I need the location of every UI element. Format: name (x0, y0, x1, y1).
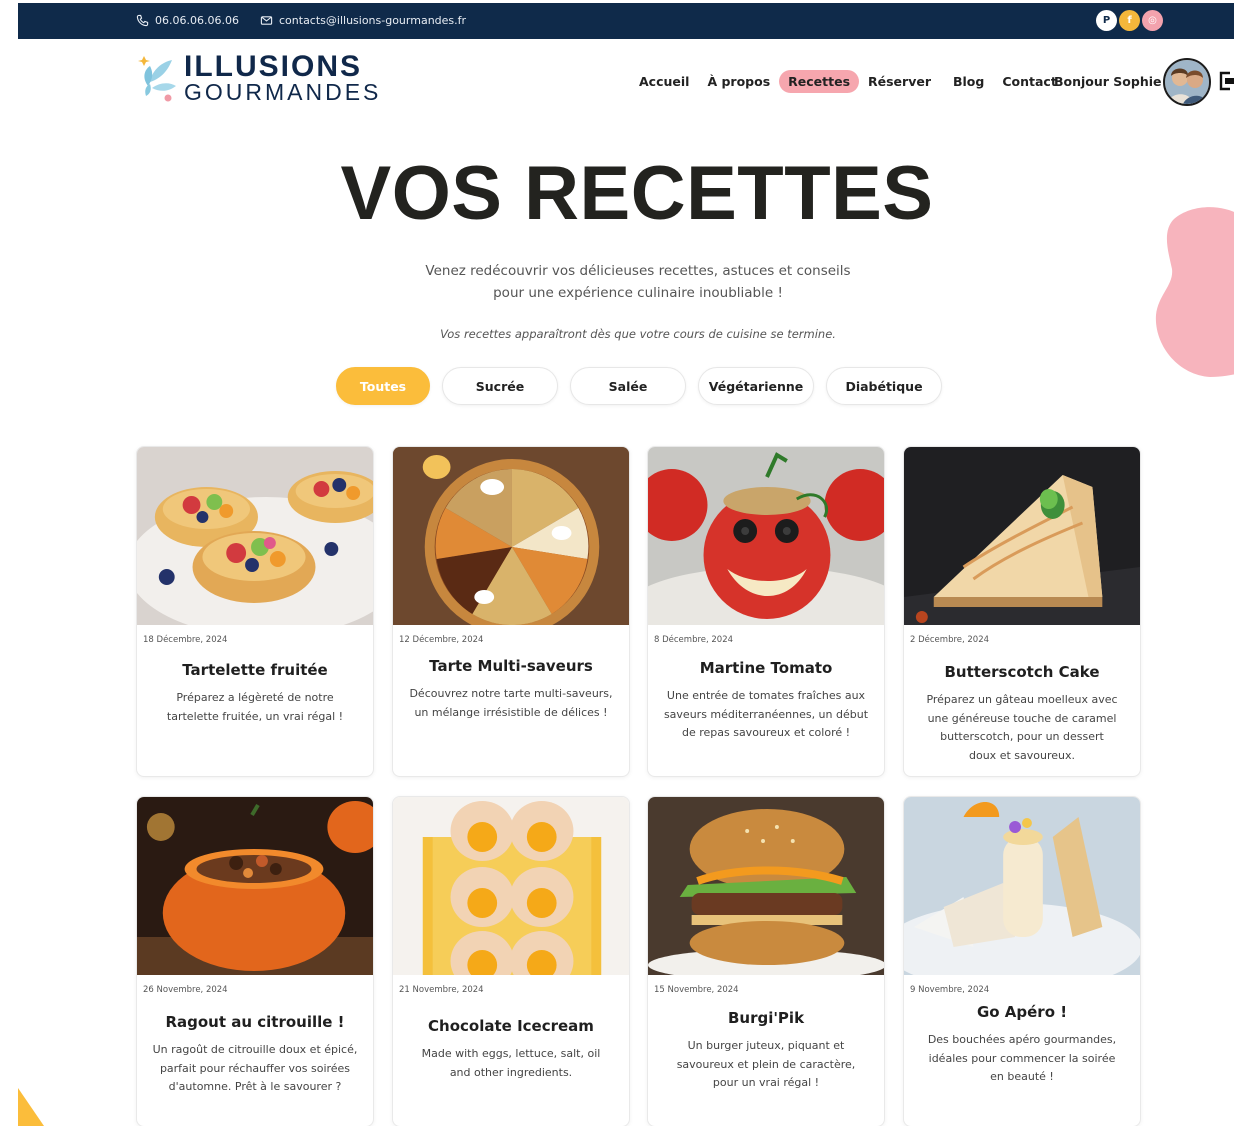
user-photo (1165, 60, 1209, 104)
recipe-date: 21 Novembre, 2024 (399, 985, 484, 995)
recipe-card[interactable]: 21 Novembre, 2024 Chocolate Icecream Mad… (392, 796, 630, 1126)
user-greeting: Bonjour Sophie ! (1054, 74, 1172, 89)
recipe-description: Un ragoût de citrouille doux et épicé, p… (152, 1043, 358, 1093)
recipe-description: Préparez a légèreté de notre tartelette … (166, 691, 344, 723)
phone-icon (136, 14, 149, 27)
top-bar: 06.06.06.06.06 contacts@illusions-gourma… (18, 3, 1234, 39)
logout-icon[interactable] (1218, 70, 1234, 92)
brand-name-line1: ILLUSIONS (184, 50, 363, 83)
recipe-description: Un burger juteux, piquant et savoureux e… (676, 1039, 856, 1089)
page-subtitle: Venez redécouvrir vos délicieuses recett… (425, 263, 851, 301)
nav-item-accueil[interactable]: Accueil (630, 70, 698, 93)
page-note: Vos recettes apparaîtront dès que votre … (440, 327, 836, 341)
recipe-card[interactable]: 8 Décembre, 2024 Martine Tomato Une entr… (647, 446, 885, 777)
recipe-image (393, 797, 629, 975)
filter-sucree[interactable]: Sucrée (442, 367, 558, 405)
filter-vegetarienne[interactable]: Végétarienne (698, 367, 814, 405)
recipe-date: 18 Décembre, 2024 (143, 635, 228, 645)
filter-bar: Toutes Sucrée Salée Végétarienne Diabéti… (336, 367, 942, 405)
recipe-image (904, 447, 1140, 625)
recipe-image (137, 797, 373, 975)
recipe-image (393, 447, 629, 625)
filter-diabetique[interactable]: Diabétique (826, 367, 942, 405)
facebook-icon[interactable]: f (1119, 10, 1140, 31)
recipe-description: Découvrez notre tarte multi-saveurs, un … (409, 687, 613, 719)
nav-item-reserver[interactable]: Réserver (859, 70, 940, 93)
brand-logo[interactable]: ILLUSIONS GOURMANDES (138, 52, 378, 104)
phone-number: 06.06.06.06.06 (155, 14, 239, 27)
nav-item-a-propos[interactable]: À propos (698, 70, 779, 93)
filter-salee[interactable]: Salée (570, 367, 686, 405)
recipe-title: Ragout au citrouille ! (165, 1013, 345, 1031)
filter-toutes[interactable]: Toutes (336, 367, 430, 405)
recipe-title: Martine Tomato (699, 659, 833, 677)
recipe-date: 9 Novembre, 2024 (910, 985, 990, 995)
brand-name-line2: GOURMANDES (184, 79, 382, 105)
recipe-title: Tartelette fruitée (182, 661, 328, 679)
email-address: contacts@illusions-gourmandes.fr (279, 14, 467, 27)
recipe-card[interactable]: 9 Novembre, 2024 Go Apéro ! Des bouchées… (903, 796, 1141, 1126)
social-links: P f ◎ (1096, 10, 1163, 31)
mail-icon (260, 16, 273, 25)
main-nav: Accueil À propos Recettes Réserver Blog … (630, 70, 1066, 93)
recipe-title: Go Apéro ! (976, 1003, 1068, 1021)
recipe-description: Made with eggs, lettuce, salt, oil and o… (421, 1047, 601, 1079)
leaf-logo-icon (138, 56, 176, 102)
recipe-card[interactable]: 12 Décembre, 2024 Tarte Multi-saveurs Dé… (392, 446, 630, 777)
recipe-description: Des bouchées apéro gourmandes, idéales p… (927, 1033, 1117, 1083)
pinterest-icon[interactable]: P (1096, 10, 1117, 31)
recipe-card[interactable]: 18 Décembre, 2024 Tartelette fruitée Pré… (136, 446, 374, 777)
recipe-card[interactable]: 26 Novembre, 2024 Ragout au citrouille !… (136, 796, 374, 1126)
decorative-yellow-triangle (18, 1088, 44, 1126)
recipe-title: Burgi'Pik (727, 1009, 805, 1027)
recipe-date: 8 Décembre, 2024 (654, 635, 734, 645)
avatar[interactable] (1163, 58, 1211, 106)
recipe-date: 12 Décembre, 2024 (399, 635, 484, 645)
email-contact[interactable]: contacts@illusions-gourmandes.fr (260, 14, 466, 27)
recipe-title: Chocolate Icecream (428, 1017, 594, 1035)
recipe-date: 2 Décembre, 2024 (910, 635, 990, 645)
nav-item-blog[interactable]: Blog (944, 70, 993, 93)
recipe-date: 26 Novembre, 2024 (143, 985, 228, 995)
page-title: VOS RECETTES (340, 151, 934, 236)
recipe-date: 15 Novembre, 2024 (654, 985, 739, 995)
recipe-title: Tarte Multi-saveurs (429, 657, 593, 675)
recipe-image (648, 447, 884, 625)
recipe-description: Une entrée de tomates fraîches aux saveu… (663, 689, 869, 739)
recipe-image (648, 797, 884, 975)
recipe-card[interactable]: 15 Novembre, 2024 Burgi'Pik Un burger ju… (647, 796, 885, 1126)
recipe-image (137, 447, 373, 625)
recipe-image (904, 797, 1140, 975)
recipe-description: Préparez un gâteau moelleux avec une gén… (926, 693, 1118, 762)
recipe-title: Butterscotch Cake (944, 663, 1100, 681)
phone-contact[interactable]: 06.06.06.06.06 (136, 14, 239, 27)
recipe-card[interactable]: 2 Décembre, 2024 Butterscotch Cake Prépa… (903, 446, 1141, 777)
nav-item-recettes[interactable]: Recettes (779, 70, 860, 93)
instagram-icon[interactable]: ◎ (1142, 10, 1163, 31)
